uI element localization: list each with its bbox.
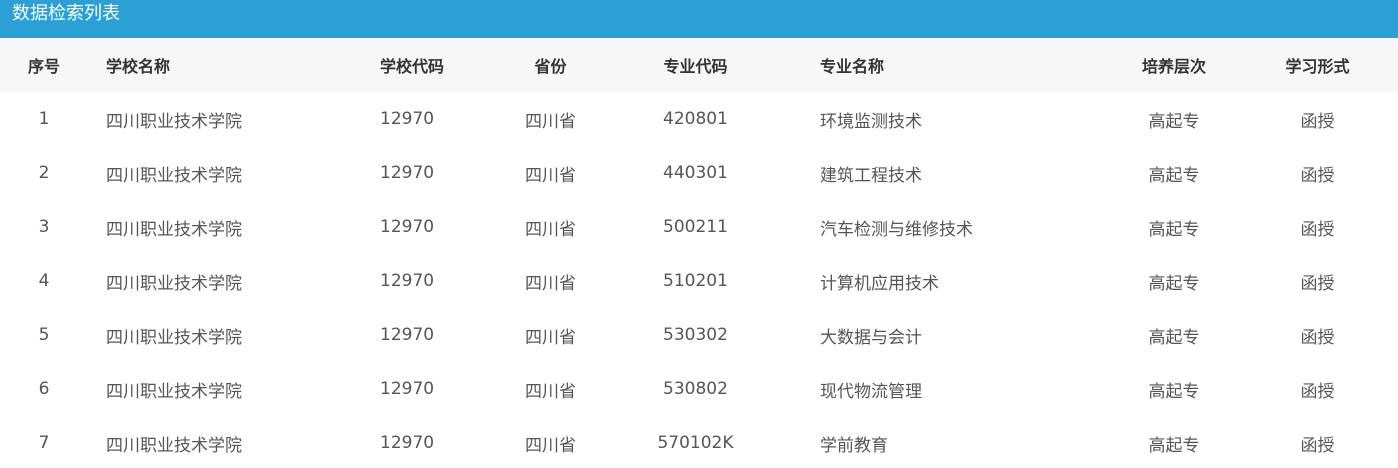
cell-level: 高起专 bbox=[1148, 111, 1200, 132]
results-table: 序号 学校名称 学校代码 省份 专业代码 专业名称 培养层次 学习形式 1 四川… bbox=[0, 38, 1398, 468]
cell-school-name: 四川职业技术学院 bbox=[106, 381, 242, 402]
cell-level: 高起专 bbox=[1148, 273, 1200, 294]
cell-study-mode: 函授 bbox=[1300, 165, 1335, 186]
cell-major-code: 440301 bbox=[663, 163, 728, 183]
column-header-study-mode: 学习形式 bbox=[1285, 57, 1350, 76]
cell-school-code: 12970 bbox=[380, 217, 435, 237]
cell-school-code: 12970 bbox=[380, 109, 435, 129]
cell-major-code: 570102K bbox=[657, 433, 734, 453]
cell-major-code: 530802 bbox=[663, 379, 728, 399]
cell-major-code: 420801 bbox=[663, 109, 728, 129]
cell-index: 5 bbox=[38, 325, 50, 345]
table-header-row: 序号 学校名称 学校代码 省份 专业代码 专业名称 培养层次 学习形式 bbox=[0, 38, 1398, 92]
cell-major-name: 建筑工程技术 bbox=[820, 165, 922, 186]
table-row: 2 四川职业技术学院 12970 四川省 440301 建筑工程技术 高起专 函… bbox=[0, 146, 1398, 200]
cell-school-name: 四川职业技术学院 bbox=[106, 273, 242, 294]
cell-school-code: 12970 bbox=[380, 433, 435, 453]
cell-school-name: 四川职业技术学院 bbox=[106, 327, 242, 348]
cell-index: 1 bbox=[38, 109, 50, 129]
table-body: 1 四川职业技术学院 12970 四川省 420801 环境监测技术 高起专 函… bbox=[0, 92, 1398, 468]
cell-level: 高起专 bbox=[1148, 327, 1200, 348]
column-header-major-name: 专业名称 bbox=[820, 57, 885, 76]
table-row: 3 四川职业技术学院 12970 四川省 500211 汽车检测与维修技术 高起… bbox=[0, 200, 1398, 254]
column-header-school-name: 学校名称 bbox=[106, 57, 171, 76]
cell-major-name: 现代物流管理 bbox=[820, 381, 922, 402]
column-header-index: 序号 bbox=[27, 57, 60, 76]
cell-province: 四川省 bbox=[525, 327, 576, 348]
cell-study-mode: 函授 bbox=[1300, 381, 1335, 402]
table-header: 序号 学校名称 学校代码 省份 专业代码 专业名称 培养层次 学习形式 bbox=[0, 38, 1398, 92]
cell-study-mode: 函授 bbox=[1300, 327, 1335, 348]
cell-index: 6 bbox=[38, 379, 50, 399]
column-header-level: 培养层次 bbox=[1141, 57, 1206, 76]
cell-school-name: 四川职业技术学院 bbox=[106, 111, 242, 132]
cell-level: 高起专 bbox=[1148, 381, 1200, 402]
cell-level: 高起专 bbox=[1148, 219, 1200, 240]
panel-title: 数据检索列表 bbox=[12, 3, 120, 24]
cell-school-code: 12970 bbox=[380, 163, 435, 183]
cell-index: 7 bbox=[38, 433, 50, 453]
cell-level: 高起专 bbox=[1148, 435, 1200, 456]
cell-school-code: 12970 bbox=[380, 271, 435, 291]
cell-school-name: 四川职业技术学院 bbox=[106, 435, 242, 456]
cell-province: 四川省 bbox=[525, 381, 576, 402]
cell-major-code: 530302 bbox=[663, 325, 728, 345]
cell-study-mode: 函授 bbox=[1300, 111, 1335, 132]
table-row: 1 四川职业技术学院 12970 四川省 420801 环境监测技术 高起专 函… bbox=[0, 92, 1398, 146]
cell-province: 四川省 bbox=[525, 219, 576, 240]
cell-major-name: 汽车检测与维修技术 bbox=[820, 219, 973, 240]
cell-level: 高起专 bbox=[1148, 165, 1200, 186]
cell-school-code: 12970 bbox=[380, 325, 435, 345]
panel-header: 数据检索列表 bbox=[0, 0, 1398, 38]
column-header-major-code: 专业代码 bbox=[663, 57, 728, 76]
cell-school-name: 四川职业技术学院 bbox=[106, 219, 242, 240]
column-header-province: 省份 bbox=[534, 57, 567, 76]
table-row: 6 四川职业技术学院 12970 四川省 530802 现代物流管理 高起专 函… bbox=[0, 362, 1398, 416]
cell-province: 四川省 bbox=[525, 111, 576, 132]
cell-school-code: 12970 bbox=[380, 379, 435, 399]
cell-index: 2 bbox=[38, 163, 50, 183]
cell-index: 3 bbox=[38, 217, 50, 237]
cell-major-name: 环境监测技术 bbox=[820, 111, 922, 132]
cell-index: 4 bbox=[38, 271, 50, 291]
cell-major-code: 500211 bbox=[663, 217, 728, 237]
cell-province: 四川省 bbox=[525, 435, 576, 456]
table-row: 4 四川职业技术学院 12970 四川省 510201 计算机应用技术 高起专 … bbox=[0, 254, 1398, 308]
table-row: 5 四川职业技术学院 12970 四川省 530302 大数据与会计 高起专 函… bbox=[0, 308, 1398, 362]
data-search-panel: 数据检索列表 序号 学校名称 学校代码 省份 专业代码 专业名称 培养层次 学习… bbox=[0, 0, 1398, 468]
cell-school-name: 四川职业技术学院 bbox=[106, 165, 242, 186]
column-header-school-code: 学校代码 bbox=[380, 57, 445, 76]
cell-major-name: 计算机应用技术 bbox=[820, 273, 939, 294]
cell-province: 四川省 bbox=[525, 273, 576, 294]
table-row: 7 四川职业技术学院 12970 四川省 570102K 学前教育 高起专 函授 bbox=[0, 416, 1398, 468]
cell-major-name: 大数据与会计 bbox=[820, 327, 922, 348]
cell-study-mode: 函授 bbox=[1300, 219, 1335, 240]
cell-study-mode: 函授 bbox=[1300, 435, 1335, 456]
cell-province: 四川省 bbox=[525, 165, 576, 186]
cell-major-code: 510201 bbox=[663, 271, 728, 291]
cell-major-name: 学前教育 bbox=[820, 435, 888, 456]
cell-study-mode: 函授 bbox=[1300, 273, 1335, 294]
